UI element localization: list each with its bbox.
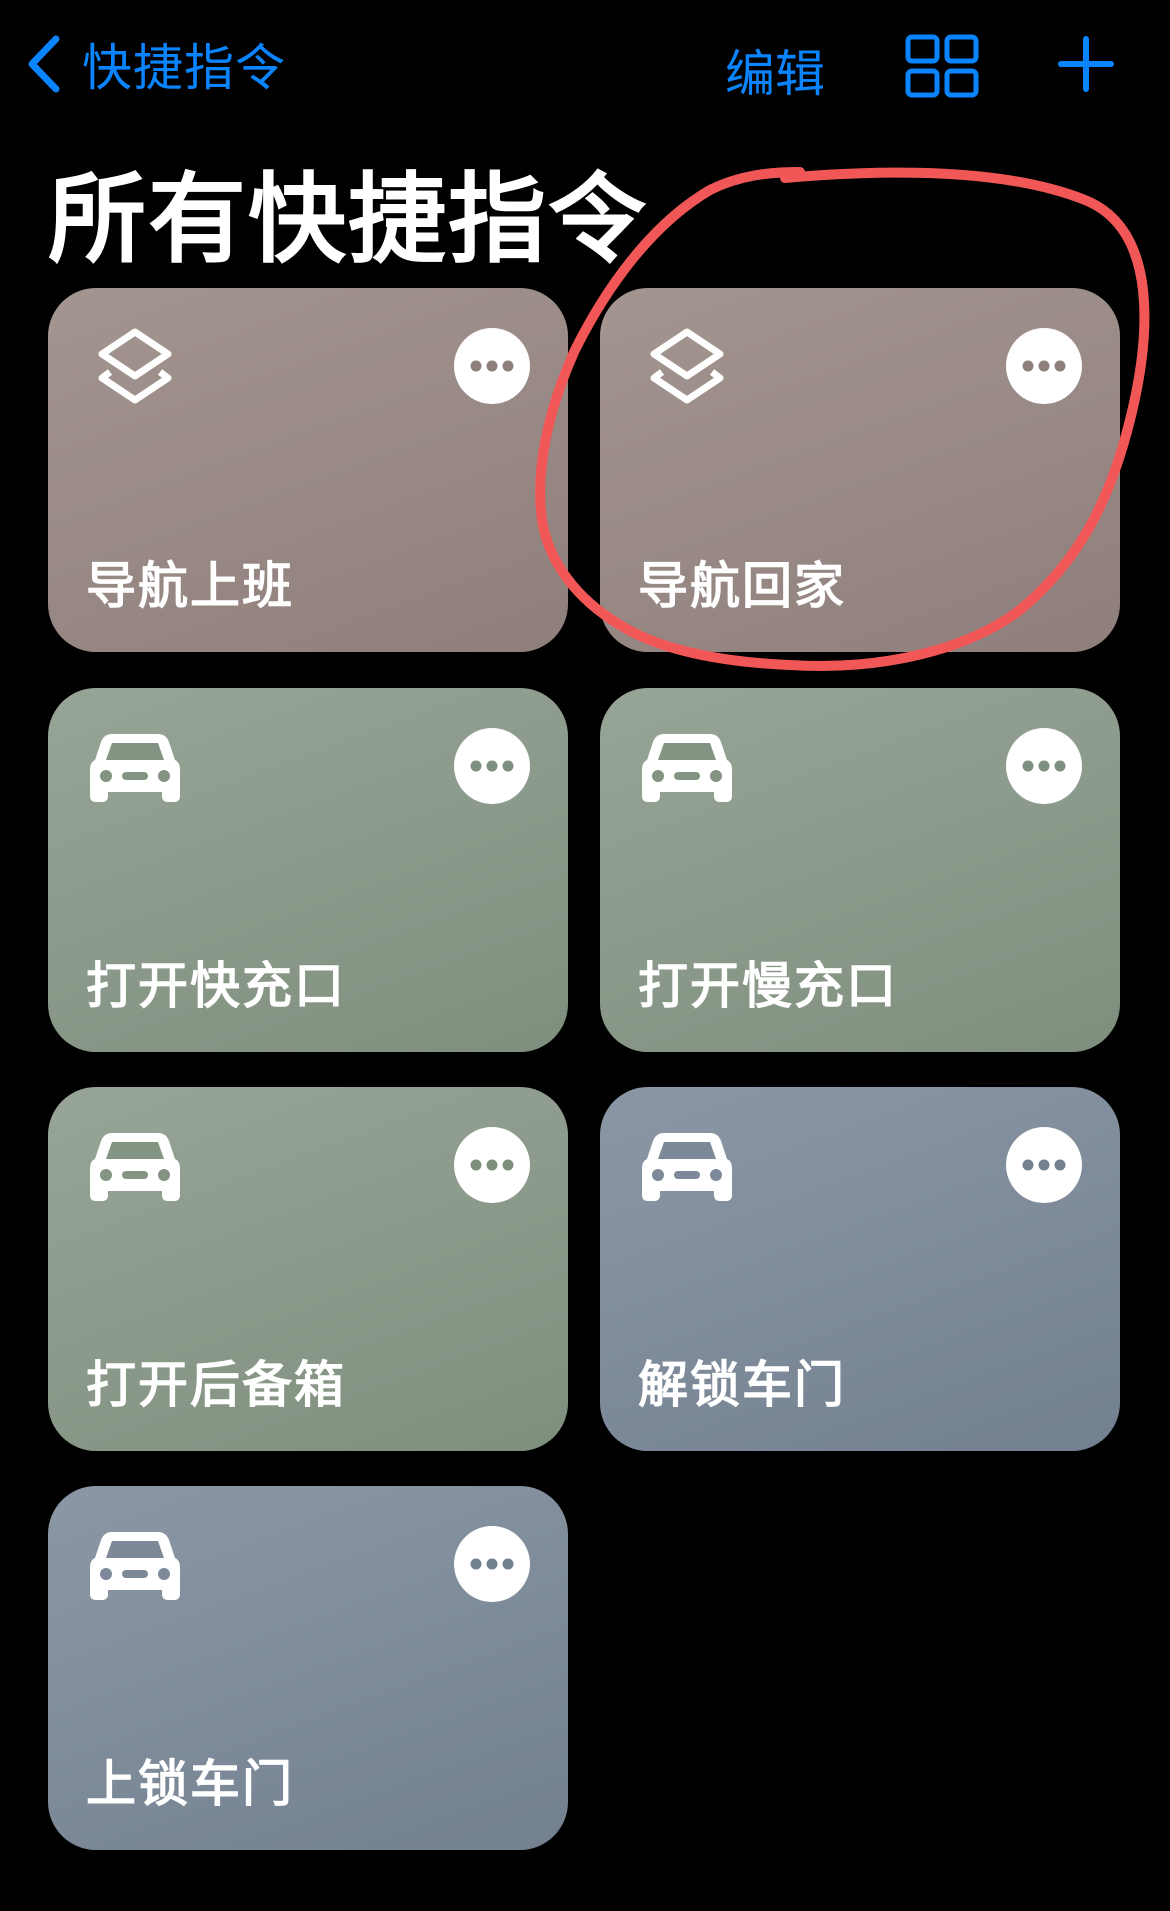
grid-view-icon[interactable]: [905, 34, 979, 98]
back-button-label: 快捷指令: [82, 39, 286, 97]
shortcut-label: 上锁车门: [86, 1755, 294, 1813]
car-icon: [90, 1532, 180, 1600]
ellipsis-icon: [1022, 760, 1066, 772]
layers-icon: [98, 328, 172, 404]
shortcut-card[interactable]: 打开快充口: [48, 688, 568, 1052]
more-options-button[interactable]: [454, 728, 530, 804]
more-options-button[interactable]: [1006, 1127, 1082, 1203]
ellipsis-icon: [1022, 360, 1066, 372]
car-icon: [90, 1133, 180, 1201]
ellipsis-icon: [1022, 1159, 1066, 1171]
shortcut-card[interactable]: 打开后备箱: [48, 1087, 568, 1451]
more-options-button[interactable]: [454, 1127, 530, 1203]
edit-button[interactable]: 编辑: [725, 34, 825, 106]
shortcut-label: 导航上班: [86, 557, 294, 615]
more-options-button[interactable]: [1006, 728, 1082, 804]
car-icon: [90, 734, 180, 802]
more-options-button[interactable]: [1006, 328, 1082, 404]
shortcut-label: 打开慢充口: [638, 957, 898, 1015]
more-options-button[interactable]: [454, 1526, 530, 1602]
shortcut-card[interactable]: 打开慢充口: [600, 688, 1120, 1052]
ellipsis-icon: [470, 760, 514, 772]
shortcut-label: 解锁车门: [638, 1356, 846, 1414]
shortcut-label: 打开快充口: [86, 957, 346, 1015]
ellipsis-icon: [470, 1159, 514, 1171]
chevron-left-icon: [28, 35, 60, 93]
navigation-bar: 快捷指令 编辑: [0, 0, 1170, 130]
shortcut-label: 打开后备箱: [86, 1356, 346, 1414]
more-options-button[interactable]: [454, 328, 530, 404]
car-icon: [642, 734, 732, 802]
shortcut-label: 导航回家: [638, 557, 846, 615]
shortcut-card[interactable]: 导航上班: [48, 288, 568, 652]
ellipsis-icon: [470, 360, 514, 372]
shortcut-card[interactable]: 解锁车门: [600, 1087, 1120, 1451]
shortcut-card[interactable]: 导航回家: [600, 288, 1120, 652]
back-button[interactable]: 快捷指令: [24, 28, 286, 100]
plus-icon[interactable]: [1058, 36, 1114, 92]
shortcut-card[interactable]: 上锁车门: [48, 1486, 568, 1850]
car-icon: [642, 1133, 732, 1201]
ellipsis-icon: [470, 1558, 514, 1570]
layers-icon: [650, 328, 724, 404]
page-title: 所有快捷指令: [48, 163, 649, 277]
